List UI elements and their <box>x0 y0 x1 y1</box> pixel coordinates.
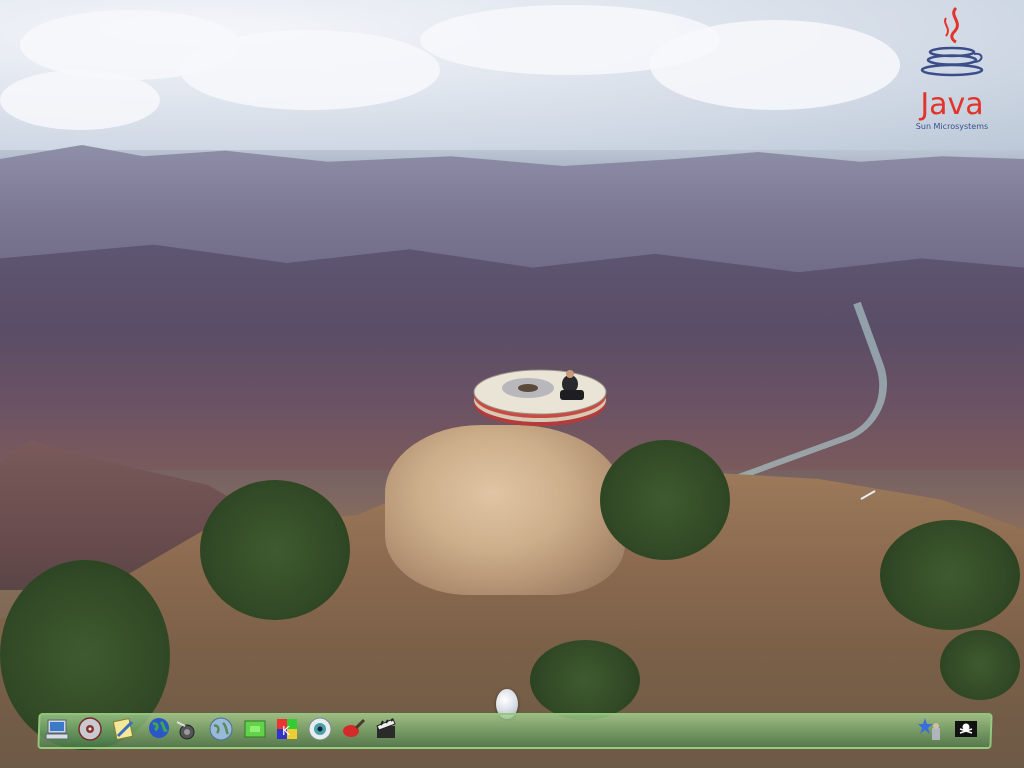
world-map-icon[interactable] <box>208 716 234 742</box>
cd-disc-icon[interactable] <box>77 716 103 742</box>
color-palette-icon[interactable]: K <box>274 716 300 742</box>
cloud <box>180 30 440 110</box>
floating-disc-widget[interactable] <box>472 358 608 430</box>
film-clapper-icon[interactable] <box>373 716 399 742</box>
pirate-flag-icon[interactable] <box>953 716 979 742</box>
foreground-rock <box>385 425 625 595</box>
star-user-icon[interactable] <box>918 716 944 742</box>
bush <box>530 640 640 720</box>
network-gear-icon[interactable] <box>175 716 201 742</box>
java-logo: Java Sun Microsystems <box>912 4 992 134</box>
computer-icon[interactable] <box>44 716 70 742</box>
globe-icon[interactable] <box>147 716 173 742</box>
notepad-pencil-icon[interactable] <box>110 716 136 742</box>
green-window-icon[interactable] <box>242 716 268 742</box>
cloud <box>650 20 900 110</box>
java-subtitle: Sun Microsystems <box>915 122 989 131</box>
bush <box>880 520 1020 630</box>
eye-icon[interactable] <box>307 716 333 742</box>
pointer-cursor-icon <box>860 490 876 500</box>
cloud <box>0 70 160 130</box>
bush <box>600 440 730 560</box>
paint-brush-icon[interactable] <box>340 716 366 742</box>
svg-text:K: K <box>282 724 291 738</box>
java-cup-icon <box>920 6 984 77</box>
bush <box>940 630 1020 700</box>
bush <box>200 480 350 620</box>
java-wordmark: Java <box>920 87 984 122</box>
